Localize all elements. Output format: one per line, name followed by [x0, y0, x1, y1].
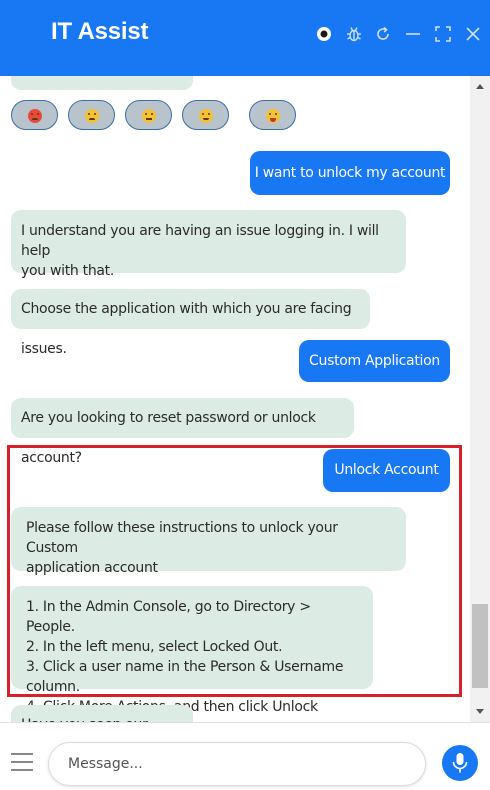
- previous-message: [11, 76, 193, 90]
- sad-face-icon: [85, 109, 99, 123]
- scroll-down-arrow-icon[interactable]: [476, 709, 484, 714]
- message-line: you with that.: [21, 263, 115, 279]
- feedback-very-happy-button[interactable]: [249, 100, 296, 130]
- user-message: Custom Application: [299, 340, 450, 382]
- happy-face-icon: [199, 109, 213, 123]
- microphone-button[interactable]: [442, 745, 478, 781]
- app-title: IT Assist: [51, 18, 149, 45]
- bot-message: I understand you are having an issue log…: [11, 210, 406, 279]
- bug-icon[interactable]: [345, 25, 363, 43]
- chat-scrollbar[interactable]: [470, 76, 490, 722]
- angry-face-icon: [28, 109, 42, 123]
- scrollbar-thumb[interactable]: [472, 604, 488, 688]
- bot-message: Choose the application with which you ar…: [11, 289, 370, 357]
- maximize-icon[interactable]: [434, 25, 452, 43]
- feedback-happy-button[interactable]: [182, 100, 229, 130]
- feedback-sad-button[interactable]: [68, 100, 115, 130]
- refresh-icon[interactable]: [374, 25, 392, 43]
- bot-message: Are you looking to reset password or unl…: [11, 398, 354, 466]
- very-happy-face-icon: [266, 109, 280, 123]
- scroll-up-arrow-icon[interactable]: [476, 84, 484, 89]
- menu-icon[interactable]: [11, 753, 33, 771]
- chat-footer: [0, 722, 490, 790]
- microphone-icon: [452, 753, 468, 773]
- record-icon[interactable]: [315, 25, 333, 43]
- minimize-icon[interactable]: [404, 25, 422, 43]
- message-line: I understand you are having an issue log…: [21, 223, 379, 259]
- neutral-face-icon: [142, 109, 156, 123]
- feedback-angry-button[interactable]: [11, 100, 58, 130]
- highlight-box: [7, 445, 462, 697]
- close-icon[interactable]: [464, 25, 482, 43]
- message-input[interactable]: [48, 742, 426, 786]
- chat-header: IT Assist: [0, 0, 490, 76]
- user-message: I want to unlock my account: [250, 151, 450, 195]
- bot-message-partial: Have you seen our services?: [11, 705, 193, 722]
- feedback-neutral-button[interactable]: [125, 100, 172, 130]
